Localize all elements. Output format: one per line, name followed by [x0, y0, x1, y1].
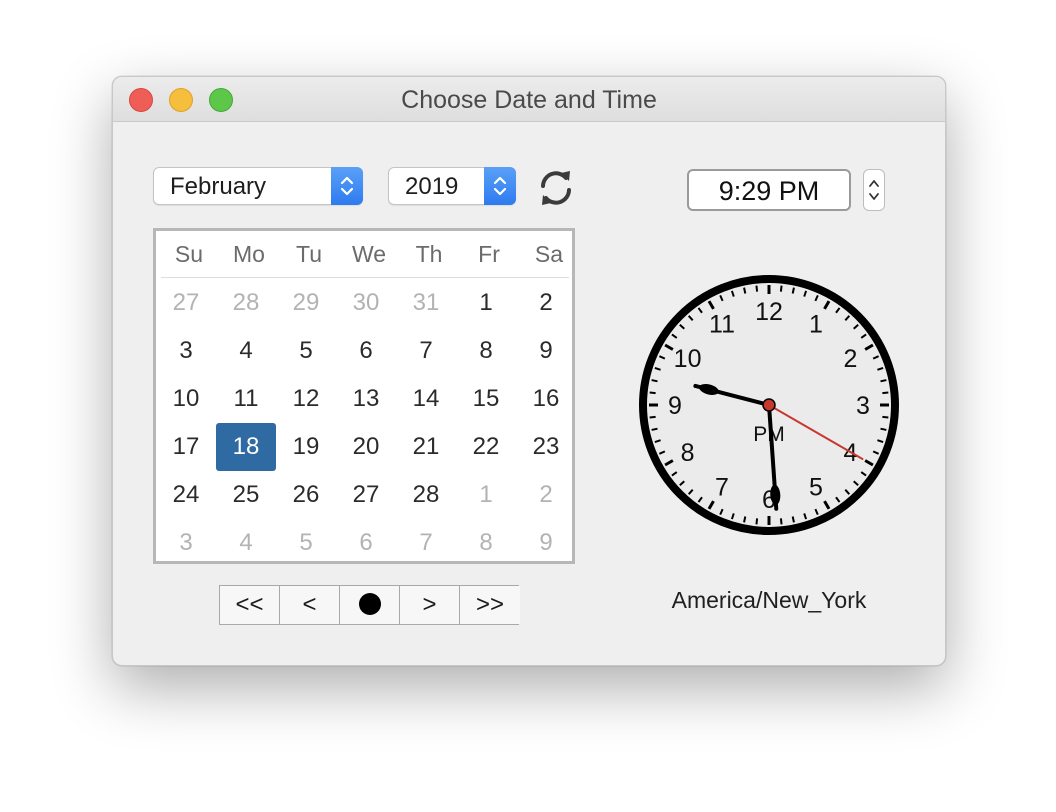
weekday-label: Sa: [534, 241, 564, 267]
analog-clock: 121234567891011PM: [639, 275, 899, 535]
clock-number: 2: [843, 345, 857, 373]
day-cell[interactable]: 20: [336, 423, 396, 471]
clock-number: 7: [715, 473, 729, 501]
clock-number: 11: [709, 311, 735, 339]
clock-number: 12: [755, 298, 783, 326]
day-cell-selected[interactable]: 18: [216, 423, 276, 471]
clock-tick: [880, 427, 887, 431]
day-cell[interactable]: 2: [516, 471, 576, 519]
today-dot-icon: [358, 592, 381, 615]
day-cell[interactable]: 9: [516, 519, 576, 567]
day-cell[interactable]: 5: [276, 519, 336, 567]
year-chevron-icon: [484, 167, 516, 205]
clock-tick: [649, 391, 656, 395]
day-cell[interactable]: 27: [336, 471, 396, 519]
clock-tick: [755, 518, 759, 525]
day-cell[interactable]: 3: [156, 519, 216, 567]
clock-tick: [651, 427, 658, 431]
day-cell[interactable]: 7: [396, 327, 456, 375]
day-cell[interactable]: 8: [456, 327, 516, 375]
weekday-label: Mo: [233, 241, 265, 267]
clock-tick: [755, 285, 759, 292]
day-cell[interactable]: 29: [276, 279, 336, 327]
clock-number: 5: [809, 473, 823, 501]
clock-tick: [743, 287, 747, 294]
last-button[interactable]: >>: [460, 586, 520, 624]
weekday-label: Tu: [296, 241, 322, 267]
weekday-label: Fr: [478, 241, 500, 267]
clock-tick: [882, 391, 889, 395]
date-time-window: Choose Date and Time February 2019 9:29 …: [112, 76, 946, 666]
day-cell[interactable]: 4: [216, 327, 276, 375]
month-popup[interactable]: February: [153, 167, 363, 205]
time-field[interactable]: 9:29 PM: [687, 169, 851, 211]
clock-tick: [882, 415, 889, 419]
clock-tick: [880, 379, 887, 383]
prev-button[interactable]: <: [280, 586, 340, 624]
day-cell[interactable]: 5: [276, 327, 336, 375]
day-cell[interactable]: 23: [516, 423, 576, 471]
day-cell[interactable]: 26: [276, 471, 336, 519]
window-title: Choose Date and Time: [401, 86, 657, 114]
time-stepper[interactable]: [863, 169, 885, 211]
day-cell[interactable]: 6: [336, 327, 396, 375]
clock-tick: [779, 285, 783, 292]
day-cell[interactable]: 4: [216, 519, 276, 567]
day-cell[interactable]: 19: [276, 423, 336, 471]
clock-center-pin: [762, 398, 776, 412]
day-cell[interactable]: 15: [456, 375, 516, 423]
clock-number: 3: [856, 392, 870, 420]
calendar-nav: << < > >>: [219, 585, 520, 625]
day-cell[interactable]: 14: [396, 375, 456, 423]
day-cell[interactable]: 11: [216, 375, 276, 423]
day-cell[interactable]: 9: [516, 327, 576, 375]
clock-tick: [651, 379, 658, 383]
day-cell[interactable]: 28: [216, 279, 276, 327]
day-cell[interactable]: 2: [516, 279, 576, 327]
day-cell[interactable]: 3: [156, 327, 216, 375]
day-cell[interactable]: 31: [396, 279, 456, 327]
weekday-label: Th: [415, 241, 443, 267]
day-cell[interactable]: 22: [456, 423, 516, 471]
refresh-icon[interactable]: [535, 167, 577, 209]
day-cell[interactable]: 8: [456, 519, 516, 567]
calendar-grid: Su Mo Tu We Th Fr Sa 27 28 29 30 31 1 2 3 4 5 6 7 8 9 10 11 12…: [153, 228, 575, 564]
day-cell[interactable]: 13: [336, 375, 396, 423]
month-value: February: [170, 173, 267, 200]
clock-tick: [743, 516, 747, 523]
weekday-label: We: [351, 241, 387, 267]
day-cell[interactable]: 7: [396, 519, 456, 567]
weekday-label: Su: [174, 241, 204, 267]
day-cell[interactable]: 27: [156, 279, 216, 327]
clock-number: 1: [809, 311, 823, 339]
clock-tick: [779, 518, 783, 525]
day-cell[interactable]: 24: [156, 471, 216, 519]
year-popup[interactable]: 2019: [388, 167, 516, 205]
next-button[interactable]: >: [400, 586, 460, 624]
clock-number: 9: [668, 392, 682, 420]
title-bar[interactable]: Choose Date and Time: [113, 77, 945, 122]
day-cell[interactable]: 21: [396, 423, 456, 471]
year-value: 2019: [405, 173, 459, 200]
day-cell[interactable]: 28: [396, 471, 456, 519]
clock-tick: [791, 287, 795, 294]
day-cell[interactable]: 1: [456, 471, 516, 519]
today-button[interactable]: [340, 586, 400, 624]
clock-number: 8: [681, 439, 695, 467]
day-cell[interactable]: 16: [516, 375, 576, 423]
first-button[interactable]: <<: [220, 586, 280, 624]
clock-tick: [649, 415, 656, 419]
day-cell[interactable]: 12: [276, 375, 336, 423]
weekday-header: Su Mo Tu We Th Fr Sa: [161, 231, 569, 278]
timezone-label: America/New_York: [671, 587, 867, 613]
day-cell[interactable]: 30: [336, 279, 396, 327]
day-cell[interactable]: 17: [156, 423, 216, 471]
day-cell[interactable]: 10: [156, 375, 216, 423]
clock-number: 10: [674, 345, 702, 373]
day-cell[interactable]: 6: [336, 519, 396, 567]
month-chevron-icon: [331, 167, 363, 205]
day-cell[interactable]: 25: [216, 471, 276, 519]
clock-tick: [791, 516, 795, 523]
day-cell[interactable]: 1: [456, 279, 516, 327]
